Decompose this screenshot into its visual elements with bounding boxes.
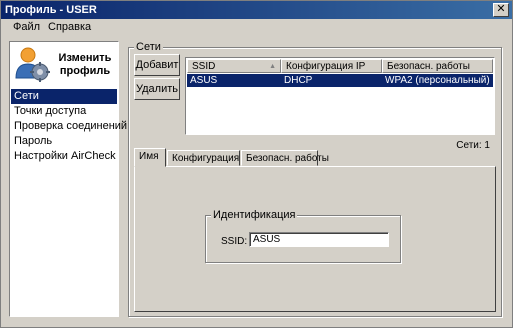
delete-network-button[interactable]: Удалить [134,78,180,100]
profile-window: Профиль - USER ✕ Файл Справка Изменить п… [0,0,513,328]
left-nav-panel: Изменить профиль Сети Точки доступа Пров… [9,41,127,317]
nav-item-networks[interactable]: Сети [11,89,117,104]
menu-bar: Файл Справка [1,19,512,37]
tab-ip-config[interactable]: Конфигурация IP [167,150,251,166]
profile-title: Изменить профиль [58,52,112,77]
close-icon: ✕ [496,3,506,15]
close-button[interactable]: ✕ [493,3,509,17]
networks-group-label: Сети [134,41,163,53]
menu-file[interactable]: Файл [13,21,40,33]
column-security-label: Безопасн. работы [387,61,470,72]
cell-ssid: ASUS [190,75,218,86]
menu-help[interactable]: Справка [48,21,91,33]
nav-item-password[interactable]: Пароль [11,134,117,149]
title-bar: Профиль - USER ✕ [1,1,512,19]
cell-security: WPA2 (персональный) (T... [385,75,493,86]
cell-ip-config: DHCP [284,75,313,86]
identification-group-label: Идентификация [211,209,298,221]
ssid-input[interactable]: ASUS [249,232,389,247]
nav-item-aircheck-settings[interactable]: Настройки AirCheck [11,149,117,164]
column-ssid-label: SSID [192,61,216,72]
window-title: Профиль - USER [5,4,97,16]
add-network-button[interactable]: Добавит [134,54,180,76]
tab-name[interactable]: Имя [134,148,166,167]
column-ip-config-label: Конфигурация IP [286,61,366,72]
ssid-label: SSID: [221,236,248,247]
user-settings-icon [15,47,50,82]
networks-list-header: SSID ▲ Конфигурация IP Безопасн. работы [187,59,493,73]
column-ssid[interactable]: SSID ▲ [187,59,281,73]
nav-item-connection-tests[interactable]: Проверка соединений [11,119,127,134]
table-row[interactable]: ASUS DHCP WPA2 (персональный) (T... [187,74,493,87]
column-security[interactable]: Безопасн. работы [382,59,493,73]
profile-header: Изменить профиль [10,42,118,88]
networks-list[interactable]: SSID ▲ Конфигурация IP Безопасн. работы … [185,57,495,135]
tab-security[interactable]: Безопасн. работы [241,150,329,166]
column-ip-config[interactable]: Конфигурация IP [281,59,382,73]
sort-arrow-icon: ▲ [269,63,276,70]
nav-item-access-points[interactable]: Точки доступа [11,104,117,119]
networks-count: Сети: 1 [456,140,490,151]
